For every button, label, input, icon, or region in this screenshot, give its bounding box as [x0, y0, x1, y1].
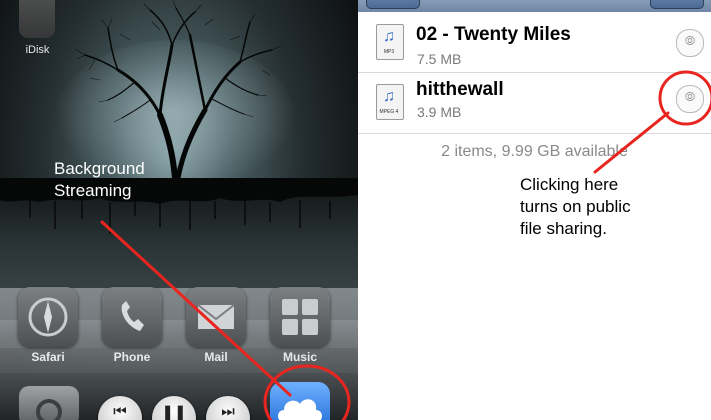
phone-icon[interactable]	[102, 287, 162, 347]
dock-label-phone: Phone	[113, 350, 151, 364]
edit-button[interactable]	[650, 0, 704, 9]
fast-forward-icon: ⏭	[221, 403, 235, 420]
file-size: 7.5 MB	[417, 51, 462, 67]
audio-file-icon: ♫ MPEG 4	[376, 84, 404, 120]
cloud-icon[interactable]	[270, 382, 330, 420]
mail-icon[interactable]	[186, 287, 246, 347]
music-icon[interactable]	[270, 287, 330, 347]
idisk-icon[interactable]	[19, 0, 55, 38]
annotation-line-3: file sharing.	[520, 219, 607, 238]
annotation-line-2: turns on public	[520, 197, 631, 216]
file-row[interactable]: ♫ MPEG 4 hitthewall 3.9 MB ⦾	[358, 73, 711, 134]
orientation-lock-icon[interactable]	[19, 386, 79, 420]
dock-label-music: Music	[282, 350, 317, 364]
annotation-line-2: Streaming	[54, 181, 132, 200]
file-sharing-annotation: Clicking here turns on public file shari…	[520, 174, 700, 240]
file-size: 3.9 MB	[417, 104, 462, 120]
annotation-line-1: Background	[54, 159, 145, 178]
safari-icon[interactable]	[18, 287, 78, 347]
home-screen: iDisk Background Streaming Safari Phone …	[0, 0, 358, 420]
share-icon[interactable]: ⦾	[676, 29, 704, 57]
file-name: 02 - Twenty Miles	[416, 24, 571, 45]
back-button[interactable]	[366, 0, 420, 9]
share-icon[interactable]: ⦾	[676, 85, 704, 113]
annotation-line-1: Clicking here	[520, 175, 619, 194]
pause-icon: ❚❚	[161, 404, 187, 420]
dock-label-safari: Safari	[31, 350, 65, 364]
idisk-label: iDisk	[25, 44, 50, 56]
storage-summary: 2 items, 9.99 GB available	[441, 143, 628, 160]
audio-file-icon: ♫ MP3	[376, 24, 404, 60]
file-name: hitthewall	[416, 79, 504, 100]
file-row[interactable]: ♫ MP3 02 - Twenty Miles 7.5 MB ⦾	[358, 12, 711, 73]
file-list-screen: ♫ MP3 02 - Twenty Miles 7.5 MB ⦾ ♫ MPEG 4 …	[358, 0, 711, 420]
dock-label-mail: Mail	[204, 350, 228, 364]
background-streaming-annotation: Background Streaming	[54, 158, 204, 202]
rewind-icon: ⏮	[113, 403, 127, 420]
screenshot-root: iDisk Background Streaming Safari Phone …	[0, 0, 711, 420]
